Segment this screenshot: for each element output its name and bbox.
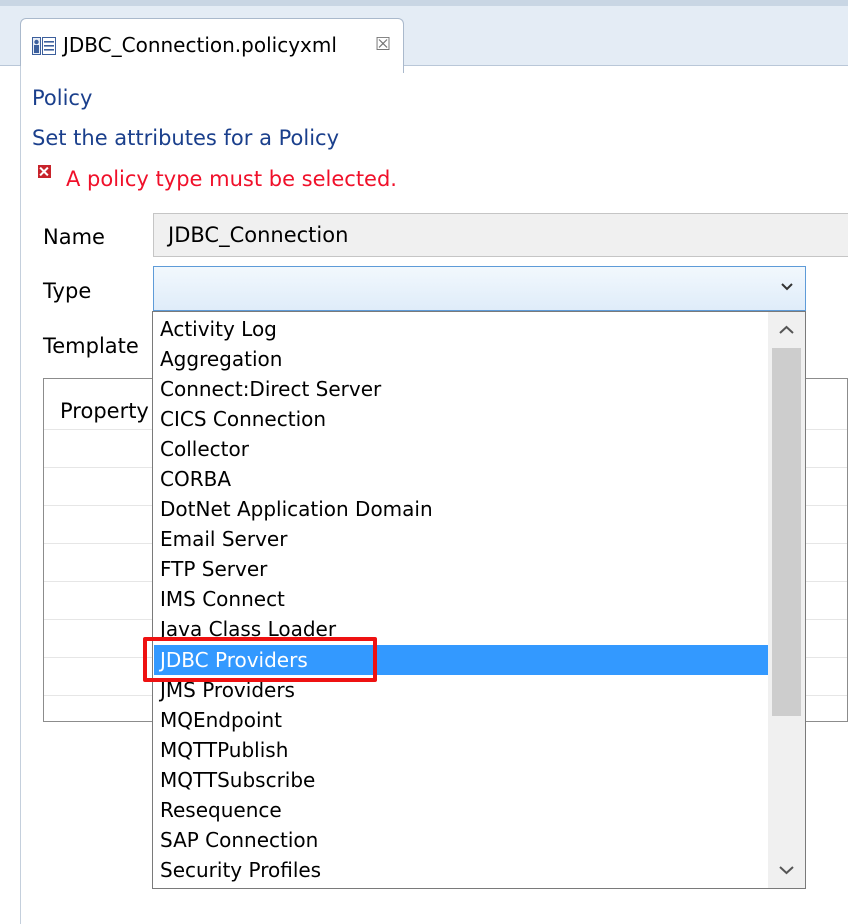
dropdown-item[interactable]: Email Server [154,524,769,554]
dropdown-item[interactable]: MQTTSubscribe [154,765,769,795]
dropdown-item[interactable]: Resequence [154,795,769,825]
dropdown-item[interactable]: IMS Connect [154,584,769,614]
page-title: Policy [32,86,93,110]
dropdown-item[interactable]: FTP Server [154,554,769,584]
type-combo[interactable] [153,266,806,311]
dropdown-item[interactable]: Connect:Direct Server [154,374,769,404]
type-dropdown-list[interactable]: Activity Log Aggregation Connect:Direct … [152,311,806,889]
dropdown-item[interactable]: Security Profiles [154,855,769,885]
policy-file-icon [32,37,56,55]
chevron-up-icon[interactable] [768,316,805,344]
chevron-down-icon[interactable] [768,856,805,884]
dropdown-item[interactable]: MQTTPublish [154,735,769,765]
dropdown-item[interactable]: Activity Log [154,314,769,344]
name-field-value: JDBC_Connection [168,223,349,247]
chevron-down-icon [781,283,793,291]
page-description: Set the attributes for a Policy [32,126,340,150]
close-icon[interactable]: ☒ [375,34,391,55]
error-icon [38,165,51,178]
dropdown-item[interactable]: Aggregation [154,344,769,374]
dropdown-item[interactable]: CICS Connection [154,404,769,434]
dropdown-scrollbar[interactable] [768,312,805,888]
annotation-highlight-box [143,637,377,682]
dropdown-item[interactable]: MQEndpoint [154,705,769,735]
dropdown-item[interactable]: DotNet Application Domain [154,494,769,524]
type-label: Type [43,279,92,303]
scrollbar-thumb[interactable] [772,348,801,716]
name-label: Name [43,225,105,249]
name-field[interactable]: JDBC_Connection [153,213,848,257]
editor-tab[interactable]: JDBC_Connection.policyxml ☒ [20,18,404,73]
editor-tab-bar: JDBC_Connection.policyxml ☒ [0,0,848,73]
dropdown-item[interactable]: CORBA [154,464,769,494]
dropdown-item[interactable]: Collector [154,434,769,464]
dropdown-item[interactable]: SAP Connection [154,825,769,855]
error-message: A policy type must be selected. [66,167,397,191]
template-label: Template [43,334,139,358]
editor-tab-title: JDBC_Connection.policyxml [63,33,337,57]
property-column-header[interactable]: Property [60,399,149,423]
editor-left-border [20,66,21,924]
